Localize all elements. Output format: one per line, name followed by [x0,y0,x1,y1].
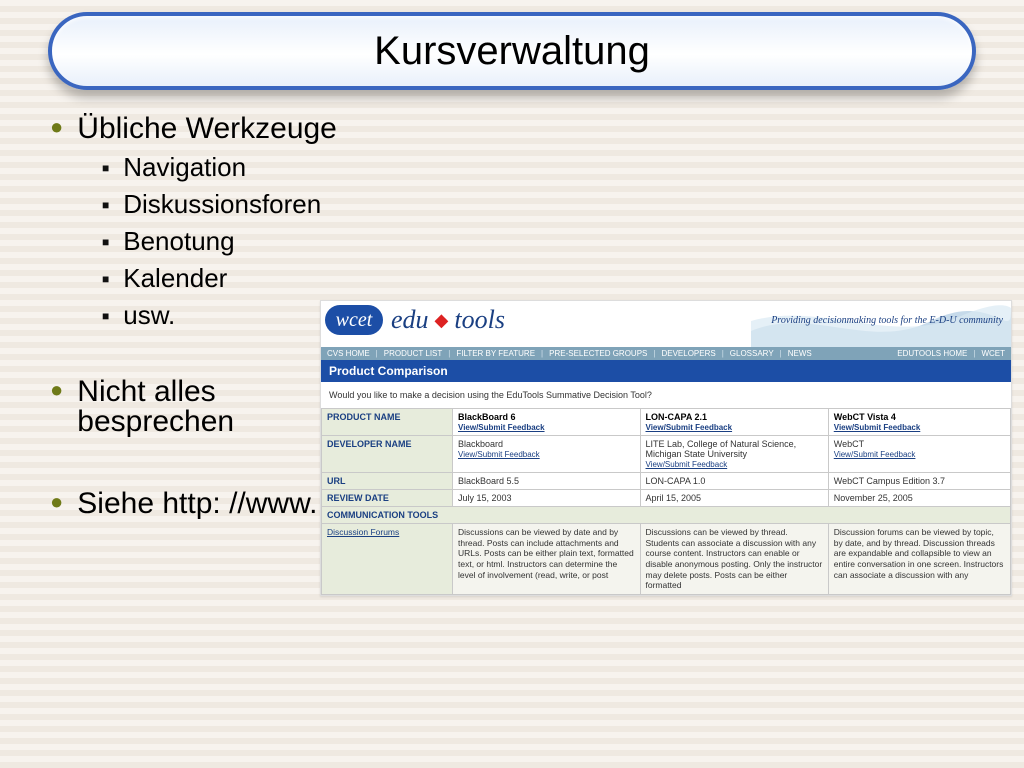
sub-item-label: Diskussionsforen [123,189,321,220]
developer-name: Blackboard [458,439,503,449]
nav-item[interactable]: CVS HOME [327,349,370,358]
discussion-forums-link[interactable]: Discussion Forums [327,527,399,537]
tagline: Providing decisionmaking tools for the E… [771,315,1003,326]
cell-url: LON-CAPA 1.0 [640,473,828,490]
line2: besprechen [77,405,234,439]
row-header: REVIEW DATE [322,490,453,507]
feedback-link[interactable]: View/Submit Feedback [646,460,823,469]
cell-discussion: Discussions can be viewed by date and by… [453,524,641,595]
cell-developer: LITE Lab, College of Natural Science, Mi… [640,436,828,473]
developer-name: WebCT [834,439,864,449]
sub-item-label: Kalender [123,263,227,294]
sub-item-label: Navigation [123,152,246,183]
feedback-link[interactable]: View/Submit Feedback [834,423,1005,432]
comparison-table: PRODUCT NAME BlackBoard 6 View/Submit Fe… [321,408,1011,595]
product-name: BlackBoard 6 [458,412,516,422]
square-bullet-icon: ■ [102,161,109,175]
diamond-icon: ◆ [435,310,449,331]
feedback-link[interactable]: View/Submit Feedback [646,423,823,432]
wcet-badge: wcet [325,305,383,335]
cell-url: BlackBoard 5.5 [453,473,641,490]
cell-url: WebCT Campus Edition 3.7 [828,473,1010,490]
table-row: URL BlackBoard 5.5 LON-CAPA 1.0 WebCT Ca… [322,473,1011,490]
table-row: DEVELOPER NAME Blackboard View/Submit Fe… [322,436,1011,473]
feedback-link[interactable]: View/Submit Feedback [834,450,1005,459]
table-row: COMMUNICATION TOOLS [322,507,1011,524]
row-header: Discussion Forums [322,524,453,595]
feedback-link[interactable]: View/Submit Feedback [458,450,635,459]
row-header: PRODUCT NAME [322,409,453,436]
nav-item[interactable]: DEVELOPERS [661,349,715,358]
slide-title: Kursverwaltung [374,29,650,74]
square-bullet-icon: ■ [102,272,109,286]
row-header: URL [322,473,453,490]
product-name: WebCT Vista 4 [834,412,896,422]
cell-product: WebCT Vista 4 View/Submit Feedback [828,409,1010,436]
bullet-nicht-alles-text: Nicht alles besprechen [77,375,234,439]
bullet-dot-icon: ● [50,116,63,138]
table-row: Discussion Forums Discussions can be vie… [322,524,1011,595]
shot-logo: wcet edu ◆ tools [325,305,505,335]
section-header: COMMUNICATION TOOLS [322,507,1011,524]
nav-item[interactable]: EDUTOOLS HOME [897,349,967,358]
cell-developer: WebCT View/Submit Feedback [828,436,1010,473]
nav-item[interactable]: PRE-SELECTED GROUPS [549,349,647,358]
bullet-dot-icon: ● [50,379,63,401]
feedback-link[interactable]: View/Submit Feedback [458,423,635,432]
cell-review-date: November 25, 2005 [828,490,1010,507]
bullet-dot-icon: ● [50,491,63,513]
cell-developer: Blackboard View/Submit Feedback [453,436,641,473]
table-row: REVIEW DATE July 15, 2003 April 15, 2005… [322,490,1011,507]
bullet-werkzeuge-label: Übliche Werkzeuge [77,112,337,146]
sub-item: ■ Benotung [102,226,996,257]
logo-edu: edu [391,305,429,335]
logo-tools: tools [454,305,505,335]
cell-discussion: Discussions can be viewed by thread. Stu… [640,524,828,595]
square-bullet-icon: ■ [102,235,109,249]
square-bullet-icon: ■ [102,309,109,323]
shot-nav: CVS HOME| PRODUCT LIST| FILTER BY FEATUR… [321,347,1011,360]
cell-review-date: April 15, 2005 [640,490,828,507]
square-bullet-icon: ■ [102,198,109,212]
cell-product: LON-CAPA 2.1 View/Submit Feedback [640,409,828,436]
sub-item-label: usw. [123,300,175,331]
nav-item[interactable]: GLOSSARY [730,349,774,358]
sub-item-label: Benotung [123,226,234,257]
sub-item: ■ Kalender [102,263,996,294]
table-row: PRODUCT NAME BlackBoard 6 View/Submit Fe… [322,409,1011,436]
product-name: LON-CAPA 2.1 [646,412,708,422]
decision-question: Would you like to make a decision using … [321,382,1011,408]
product-comparison-bar: Product Comparison [321,360,1011,382]
slide: Kursverwaltung ● Übliche Werkzeuge ■ Navi… [0,0,1024,768]
cell-product: BlackBoard 6 View/Submit Feedback [453,409,641,436]
shot-topbar: wcet edu ◆ tools Providing decisionmakin… [321,301,1011,347]
sub-item: ■ Diskussionsforen [102,189,996,220]
cell-review-date: July 15, 2003 [453,490,641,507]
line1: Nicht alles [77,375,234,409]
row-header: DEVELOPER NAME [322,436,453,473]
bullet-werkzeuge: ● Übliche Werkzeuge [50,112,996,146]
cell-discussion: Discussion forums can be viewed by topic… [828,524,1010,595]
nav-item[interactable]: FILTER BY FEATURE [456,349,535,358]
title-pill: Kursverwaltung [48,12,976,90]
nav-item[interactable]: PRODUCT LIST [384,349,443,358]
developer-name: LITE Lab, College of Natural Science, Mi… [646,439,797,459]
embedded-screenshot: wcet edu ◆ tools Providing decisionmakin… [320,300,1012,596]
nav-item[interactable]: WCET [981,349,1005,358]
sub-item: ■ Navigation [102,152,996,183]
nav-item[interactable]: NEWS [788,349,812,358]
